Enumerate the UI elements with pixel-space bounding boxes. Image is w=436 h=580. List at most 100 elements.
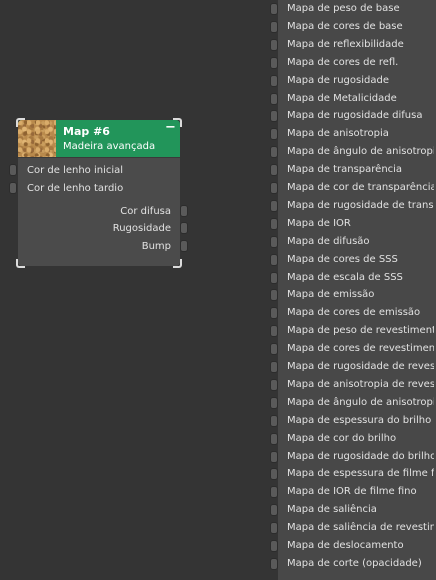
map-input-row[interactable]: Mapa de emissão [270,286,436,304]
input-socket[interactable] [270,110,278,123]
map-input-label: Mapa de escala de SSS [287,271,403,283]
map-input-row[interactable]: Mapa de Metalicidade [270,90,436,108]
input-socket[interactable] [270,217,278,230]
map-input-row[interactable]: Mapa de cores de emissão [270,304,436,322]
map-input-row[interactable]: Mapa de rugosidade do brilho [270,448,436,466]
output-socket-cor-difusa[interactable] [180,205,188,217]
map-input-row[interactable]: Mapa de rugosidade de revestimento [270,358,436,376]
input-socket[interactable] [270,414,278,427]
map-input-label: Mapa de rugosidade de transparência [287,199,434,211]
input-socket[interactable] [270,361,278,373]
map-input-row[interactable]: Mapa de espessura de filme fino [270,465,436,483]
map-input-row[interactable]: Mapa de espessura do brilho [270,412,436,430]
input-socket[interactable] [270,450,278,463]
input-socket[interactable] [270,468,278,481]
input-socket[interactable] [270,38,278,51]
map-input-row[interactable]: Mapa de saliência de revestimento [270,519,436,537]
input-label: Cor de lenho inicial [27,165,124,176]
map-input-row[interactable]: Mapa de peso de revestimento [270,322,436,340]
input-socket[interactable] [270,271,278,284]
map-input-row[interactable]: Mapa de escala de SSS [270,269,436,287]
input-socket[interactable] [270,182,278,194]
map-input-label: Mapa de peso de revestimento [287,325,434,337]
map-input-row[interactable]: Mapa de ângulo de anisotropia [270,394,436,412]
map-input-label: Mapa de cores de refl. [287,56,399,68]
input-socket[interactable] [270,325,278,338]
map-input-row[interactable]: Mapa de saliência [270,501,436,519]
map-input-label: Mapa de anisotropia de revestimento [287,378,434,390]
input-socket-cor-de-lenho-tardio[interactable] [9,182,17,194]
map-input-label: Mapa de cor de transparência [287,182,434,193]
map-input-label: Mapa de cores de SSS [287,253,398,265]
map-node[interactable]: Map #6 Madeira avançada − Cor de lenho i… [9,118,188,268]
map-input-row[interactable]: Mapa de anisotropia [270,125,436,143]
input-socket[interactable] [270,92,278,105]
wood-texture-thumbnail [18,120,56,157]
map-input-row[interactable]: Mapa de cor de transparência [270,179,436,197]
input-label: Cor de lenho tardio [27,183,124,194]
output-label: Cor difusa [120,206,171,217]
map-input-row[interactable]: Mapa de difusão [270,233,436,251]
map-input-row[interactable]: Mapa de peso de base [270,0,436,18]
input-socket[interactable] [270,504,278,517]
map-input-row[interactable]: Mapa de rugosidade difusa [270,107,436,125]
input-socket[interactable] [270,378,278,391]
input-socket[interactable] [270,343,278,356]
header-divider [18,157,180,158]
map-input-row[interactable]: Mapa de anisotropia de revestimento [270,376,436,394]
map-input-row[interactable]: Mapa de transparência [270,161,436,179]
collapse-button[interactable]: − [165,121,176,135]
input-socket[interactable] [270,289,278,302]
map-input-row[interactable]: Mapa de IOR de filme fino [270,483,436,501]
map-input-label: Mapa de corte (opacidade) [287,557,422,569]
map-input-row[interactable]: Mapa de cores de base [270,18,436,36]
map-input-label: Mapa de ângulo de anisotropia [287,396,434,408]
map-input-label: Mapa de anisotropia [287,128,389,140]
map-input-label: Mapa de IOR [287,217,351,229]
map-input-row[interactable]: Mapa de cores de revestimento [270,340,436,358]
input-socket[interactable] [270,486,278,499]
input-socket[interactable] [270,3,278,15]
input-socket[interactable] [270,74,278,87]
map-input-label: Mapa de ângulo de anisotropia [287,146,434,158]
output-label: Bump [141,241,171,252]
map-input-label: Mapa de rugosidade do brilho [287,450,434,462]
input-socket[interactable] [270,522,278,535]
map-input-row[interactable]: Mapa de deslocamento [270,537,436,555]
node-title: Map #6 [63,125,110,138]
map-input-row[interactable]: Mapa de cores de SSS [270,251,436,269]
node-header[interactable]: Map #6 Madeira avançada − [18,120,180,157]
map-input-label: Mapa de espessura do brilho [287,414,432,426]
map-input-label: Mapa de difusão [287,235,370,247]
input-socket[interactable] [270,199,278,212]
map-input-label: Mapa de transparência [287,164,403,176]
input-socket[interactable] [270,164,278,177]
input-socket[interactable] [270,540,278,552]
map-input-row[interactable]: Mapa de ângulo de anisotropia [270,143,436,161]
output-socket-rugosidade[interactable] [180,222,188,234]
map-input-label: Mapa de rugosidade difusa [287,110,423,122]
input-socket[interactable] [270,396,278,409]
input-socket[interactable] [270,307,278,320]
input-socket-cor-de-lenho-inicial[interactable] [9,164,17,176]
map-input-label: Mapa de cores de emissão [287,307,421,319]
input-socket[interactable] [270,253,278,266]
input-socket[interactable] [270,432,278,445]
input-socket[interactable] [270,235,278,248]
input-socket[interactable] [270,128,278,141]
map-input-row[interactable]: Mapa de rugosidade [270,72,436,90]
map-input-row[interactable]: Mapa de rugosidade de transparência [270,197,436,215]
map-input-label: Mapa de emissão [287,289,375,301]
map-input-row[interactable]: Mapa de cor do brilho [270,430,436,448]
input-socket[interactable] [270,20,278,33]
output-socket-bump[interactable] [180,240,188,252]
map-input-row[interactable]: Mapa de IOR [270,215,436,233]
map-input-label: Mapa de deslocamento [287,540,404,551]
map-input-row[interactable]: Mapa de cores de refl. [270,54,436,72]
map-input-row[interactable]: Mapa de reflexibilidade [270,36,436,54]
map-input-label: Mapa de rugosidade [287,74,389,86]
input-socket[interactable] [270,146,278,159]
input-socket[interactable] [270,56,278,69]
input-socket[interactable] [270,557,278,570]
map-input-row[interactable]: Mapa de corte (opacidade) [270,555,436,573]
